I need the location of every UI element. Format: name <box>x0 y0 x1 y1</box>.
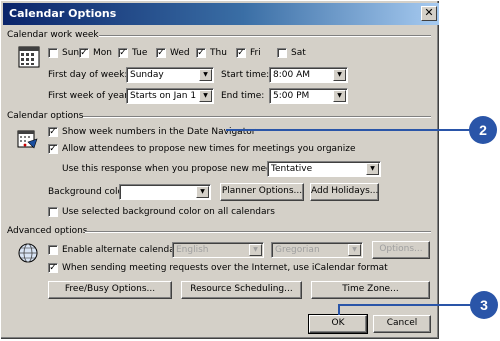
window-title: Calendar Options <box>9 7 117 20</box>
resource-scheduling-button[interactable]: Resource Scheduling... <box>181 281 302 299</box>
enable-alt-calendar-checkbox[interactable] <box>48 245 58 255</box>
use-selected-bg-label: Use selected background color on all cal… <box>62 207 275 217</box>
alt-language-value: English <box>176 245 209 255</box>
use-selected-bg-checkbox[interactable] <box>48 207 58 217</box>
end-time-label: End time: <box>221 91 265 101</box>
globe-calendar-icon <box>18 243 38 263</box>
step-2-callout: 2 <box>469 116 497 144</box>
chevron-down-icon[interactable]: ▼ <box>333 69 346 81</box>
alt-calendar-value: Gregorian <box>275 245 320 255</box>
step-3-callout: 3 <box>470 291 498 319</box>
response-select[interactable]: Tentative ▼ <box>267 161 381 177</box>
callout-3-leader-vertical <box>338 305 340 315</box>
alt-language-select[interactable]: English ▼ <box>172 242 264 258</box>
planner-options-button[interactable]: Planner Options... <box>220 183 304 201</box>
chevron-down-icon[interactable]: ▼ <box>199 69 212 81</box>
show-week-numbers-checkbox[interactable]: ✓ <box>48 127 58 137</box>
title-bar: Calendar Options ✕ <box>3 3 439 25</box>
work-week-header: Calendar work week <box>7 30 99 40</box>
enable-alt-calendar-label: Enable alternate calendar: <box>62 245 182 255</box>
first-day-value: Sunday <box>130 70 164 80</box>
ok-button[interactable]: OK <box>308 314 368 334</box>
callout-2-leader <box>226 129 470 131</box>
calendar-options-divider <box>83 116 431 118</box>
first-week-value: Starts on Jan 1 <box>130 91 197 101</box>
first-week-label: First week of year: <box>48 91 131 101</box>
advanced-options-divider <box>85 231 431 233</box>
start-time-value: 8:00 AM <box>273 70 310 80</box>
first-week-select[interactable]: Starts on Jan 1 ▼ <box>126 88 214 104</box>
first-day-select[interactable]: Sunday ▼ <box>126 67 214 83</box>
day-label-mon: Mon <box>93 48 112 58</box>
day-label-fri: Fri <box>250 48 261 58</box>
chevron-down-icon[interactable]: ▼ <box>366 163 379 175</box>
background-color-label: Background color: <box>48 187 130 197</box>
callout-3-leader-horizontal <box>338 304 471 306</box>
day-label-wed: Wed <box>170 48 190 58</box>
chevron-down-icon[interactable]: ▼ <box>196 186 209 198</box>
alt-options-button[interactable]: Options... <box>372 241 430 259</box>
work-week-divider <box>99 35 431 37</box>
day-checkbox-mon[interactable]: ✓ <box>79 48 89 58</box>
day-label-thu: Thu <box>210 48 227 58</box>
day-checkbox-tue[interactable]: ✓ <box>118 48 128 58</box>
day-checkbox-sun[interactable] <box>48 48 58 58</box>
start-time-label: Start time: <box>221 70 270 80</box>
background-color-select[interactable]: ▼ <box>119 184 211 200</box>
day-label-sun: Sun <box>62 48 80 58</box>
end-time-select[interactable]: 5:00 PM ▼ <box>269 88 348 104</box>
close-button[interactable]: ✕ <box>421 6 437 21</box>
end-time-value: 5:00 PM <box>273 91 310 101</box>
day-label-sat: Sat <box>291 48 306 58</box>
calendar-options-header: Calendar options <box>7 111 84 121</box>
day-checkbox-fri[interactable]: ✓ <box>236 48 246 58</box>
response-value: Tentative <box>271 164 313 174</box>
day-label-tue: Tue <box>132 48 148 58</box>
calendar-options-dialog: Calendar Options ✕ Calendar work week Su… <box>0 0 440 340</box>
close-icon: ✕ <box>424 6 434 19</box>
allow-attendees-checkbox[interactable]: ✓ <box>48 144 58 154</box>
cancel-button[interactable]: Cancel <box>373 315 431 333</box>
chevron-down-icon[interactable]: ▼ <box>199 90 212 102</box>
add-holidays-button[interactable]: Add Holidays... <box>310 183 379 201</box>
chevron-down-icon[interactable]: ▼ <box>348 244 361 256</box>
icalendar-label: When sending meeting requests over the I… <box>62 263 388 273</box>
chevron-down-icon[interactable]: ▼ <box>333 90 346 102</box>
calendar-options-icon <box>17 130 38 149</box>
time-zone-button[interactable]: Time Zone... <box>311 281 430 299</box>
icalendar-checkbox[interactable]: ✓ <box>48 263 58 273</box>
day-checkbox-thu[interactable]: ✓ <box>196 48 206 58</box>
advanced-options-header: Advanced options <box>7 226 88 236</box>
chevron-down-icon[interactable]: ▼ <box>249 244 262 256</box>
calendar-grid-icon <box>18 46 40 68</box>
alt-calendar-select[interactable]: Gregorian ▼ <box>271 242 363 258</box>
freebusy-options-button[interactable]: Free/Busy Options... <box>48 281 172 299</box>
start-time-select[interactable]: 8:00 AM ▼ <box>269 67 348 83</box>
day-checkbox-wed[interactable]: ✓ <box>156 48 166 58</box>
allow-attendees-label: Allow attendees to propose new times for… <box>62 144 356 154</box>
day-checkbox-sat[interactable] <box>277 48 287 58</box>
first-day-label: First day of week: <box>48 70 128 80</box>
